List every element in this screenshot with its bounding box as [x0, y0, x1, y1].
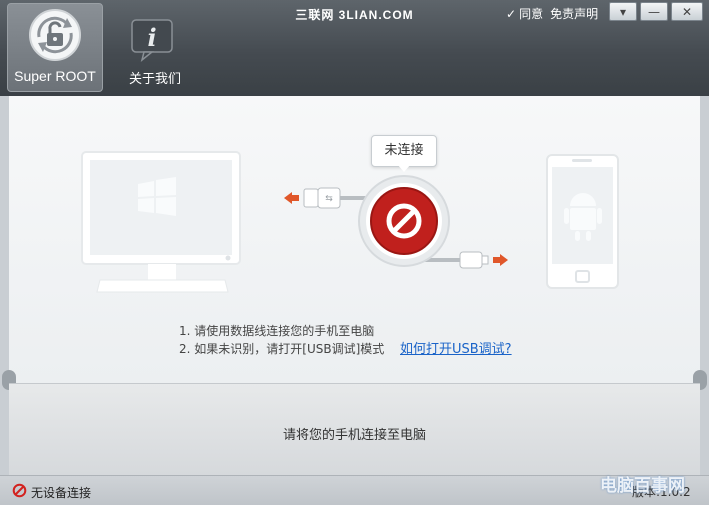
instruction-line-2: 2. 如果未识别，请打开[USB调试]模式 [179, 342, 385, 356]
tab-super-root-label: Super ROOT [14, 68, 96, 84]
close-button[interactable]: ✕ [671, 2, 703, 21]
title-bar[interactable]: 三联网 3LIAN.COM ✓ 同意 免责声明 ▾ — ✕ Super ROOT [0, 0, 709, 96]
site-watermark: 电脑百事网 [600, 476, 685, 496]
agree-label[interactable]: 同意 [519, 5, 543, 22]
minimize-button[interactable]: — [640, 2, 668, 21]
unlock-refresh-icon [29, 9, 81, 61]
no-entry-icon [12, 483, 27, 498]
instruction-line-1: 1. 请使用数据线连接您的手机至电脑 [179, 324, 375, 338]
bubble-tail [397, 164, 411, 172]
window-controls: ▾ — ✕ [609, 2, 706, 21]
connect-phone-message: 请将您的手机连接至电脑 [282, 428, 426, 443]
usb-debug-help-link[interactable]: 如何打开USB调试? [400, 338, 512, 357]
disclaimer-link[interactable]: 免责声明 [550, 5, 598, 22]
android-phone-icon [546, 154, 619, 289]
brand-text: 三联网 3LIAN.COM [295, 8, 414, 22]
svg-text:i: i [147, 23, 156, 52]
computer-monitor-icon [81, 151, 241, 293]
connection-status-button[interactable] [357, 174, 451, 268]
connection-status-bubble: 未连接 [371, 135, 437, 167]
agree-area: ✓ 同意 免责声明 [506, 5, 598, 22]
menu-button[interactable]: ▾ [609, 2, 637, 21]
instructions: 1. 请使用数据线连接您的手机至电脑 2. 如果未识别，请打开[USB调试]模式 [179, 322, 384, 358]
svg-text:⇆: ⇆ [325, 194, 333, 204]
tab-about-us-label[interactable]: 关于我们 [118, 68, 192, 87]
device-status-text: 无设备连接 [31, 486, 92, 500]
app-window: 三联网 3LIAN.COM ✓ 同意 免责声明 ▾ — ✕ Super ROOT [0, 0, 709, 505]
info-chat-icon[interactable]: i [130, 18, 178, 62]
brand-watermark: 三联网 3LIAN.COM [0, 6, 709, 23]
checkmark-icon[interactable]: ✓ [506, 7, 516, 21]
message-panel: 请将您的手机连接至电脑 [9, 383, 700, 475]
